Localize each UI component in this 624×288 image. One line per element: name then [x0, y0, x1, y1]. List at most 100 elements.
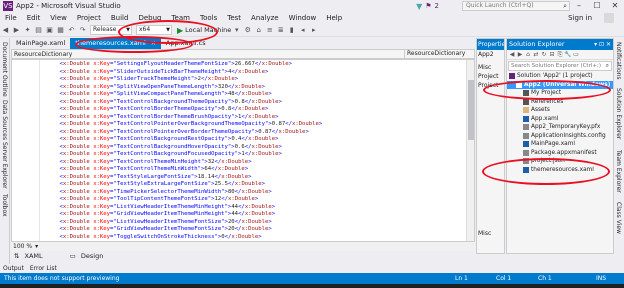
- chevron-down-icon[interactable]: ▾: [35, 243, 38, 250]
- attach-icon[interactable]: ⚙: [243, 26, 252, 35]
- redo-icon[interactable]: ↷: [78, 26, 87, 35]
- pane-controls-icon[interactable]: ▾ ⊡ ✕: [594, 39, 611, 50]
- notification-flag-icon[interactable]: ⚑: [425, 2, 431, 10]
- code-line: <x:Double x:Key="ToolTipContentThemeFont…: [59, 196, 259, 202]
- properties-title[interactable]: Properties: [477, 39, 504, 50]
- nav-right-select[interactable]: ResourceDictionary: [404, 50, 474, 58]
- preview-icon[interactable]: ▭: [572, 51, 580, 58]
- sign-in-link[interactable]: Sign in: [568, 14, 592, 22]
- comment-icon[interactable]: ≡: [265, 26, 274, 35]
- undo-icon[interactable]: ↶: [67, 26, 76, 35]
- uncomment-icon[interactable]: ≣: [276, 26, 285, 35]
- tree-item[interactable]: ApplicationInsights.config: [507, 132, 613, 141]
- code-editor[interactable]: <x:Double x:Key="SettingsFlyoutHeaderThe…: [11, 59, 475, 242]
- new-project-icon[interactable]: ✦: [23, 26, 32, 35]
- menu-test[interactable]: Test: [222, 12, 246, 24]
- menu-edit[interactable]: Edit: [22, 12, 46, 24]
- tree-item[interactable]: MainPage.xaml: [507, 140, 613, 149]
- show-all-files-icon[interactable]: ⎘: [556, 51, 564, 59]
- menu-view[interactable]: View: [45, 12, 72, 24]
- code-line: <x:Double x:Key="TextStyleExtraLargeFont…: [59, 181, 266, 187]
- solution-explorer-tab[interactable]: Solution Explorer: [615, 88, 622, 139]
- editor-status-strip: 100 % ▾: [11, 242, 475, 251]
- tab-design[interactable]: ▭ Design: [67, 252, 116, 260]
- server-explorer-tab[interactable]: Server Explorer: [1, 142, 8, 189]
- code-line: <x:Double x:Key="TextControlBorderThemeO…: [59, 106, 269, 112]
- forward-icon[interactable]: ▶: [516, 51, 524, 58]
- tree-item[interactable]: Assets: [507, 106, 613, 115]
- tab-design-label: Design: [80, 251, 104, 260]
- menu-window[interactable]: Window: [284, 12, 322, 24]
- tab-xaml-label: XAML: [24, 251, 43, 260]
- account-avatar-icon[interactable]: [604, 13, 614, 23]
- sync-icon[interactable]: ⇄: [532, 51, 540, 58]
- menu-build[interactable]: Build: [106, 12, 134, 24]
- menu-project[interactable]: Project: [72, 12, 106, 24]
- browse-icon[interactable]: ⌂: [254, 26, 263, 35]
- save-icon[interactable]: ▣: [45, 26, 54, 35]
- team-explorer-tab[interactable]: Team Explorer: [615, 150, 622, 193]
- file-icon: [523, 124, 529, 131]
- home-icon[interactable]: ⌂: [524, 51, 532, 58]
- notification-count[interactable]: 2: [435, 2, 439, 10]
- properties-pane: Properties App2 Misc Project Project Mis…: [476, 38, 505, 254]
- collapse-all-icon[interactable]: ⊟: [548, 51, 556, 58]
- tab-error-list[interactable]: Error List: [27, 265, 60, 272]
- solution-search-placeholder: Search Solution Explorer (Ctrl+;): [511, 63, 601, 69]
- tree-item-label: App2_TemporaryKey.pfx: [531, 124, 601, 130]
- refresh-icon[interactable]: ↻: [540, 51, 548, 58]
- tree-item-label: Assets: [531, 107, 550, 113]
- notifications-tab[interactable]: Notifications: [615, 42, 622, 80]
- back-icon[interactable]: ◀: [508, 51, 516, 58]
- annotation-circle-file: [482, 158, 610, 185]
- minimize-button[interactable]: –: [570, 0, 588, 12]
- properties-object[interactable]: App2: [477, 50, 504, 59]
- properties-icon[interactable]: 🔧: [564, 51, 572, 58]
- forward-icon[interactable]: ▶: [12, 26, 21, 35]
- solution-explorer-title[interactable]: Solution Explorer ▾ ⊡ ✕: [507, 39, 613, 50]
- open-icon[interactable]: ▤: [34, 26, 43, 35]
- configuration-value: Release: [93, 26, 117, 33]
- tab-xaml[interactable]: ⇅ XAML: [11, 252, 55, 260]
- status-mode: INS: [596, 275, 607, 282]
- chevron-down-icon[interactable]: ▾: [232, 26, 241, 35]
- code-line: <x:Double x:Key="SplitViewOpenPaneThemeL…: [59, 83, 266, 90]
- maximize-button[interactable]: ☐: [588, 0, 606, 12]
- standard-toolbar: ◀ ▶ ✦ ▤ ▣ ▦ ↶ ↷ Release ▼ x64 ▼ ▶ Local …: [0, 24, 624, 37]
- code-line: <x:Double x:Key="TextStyleLargeFontSize"…: [59, 173, 252, 180]
- code-line: <x:Double x:Key="TextControlPointerOverB…: [59, 128, 309, 135]
- document-outline-tab[interactable]: Document Outline: [1, 42, 8, 97]
- properties-row: Project: [478, 73, 499, 80]
- visual-studio-window: VS App2 - Microsoft Visual Studio ▼ ⚑ 2 …: [0, 0, 624, 288]
- data-sources-tab[interactable]: Data Sources: [1, 100, 8, 140]
- tree-item[interactable]: Package.appxmanifest: [507, 149, 613, 158]
- tree-item[interactable]: App.xaml: [507, 115, 613, 124]
- menu-file[interactable]: File: [0, 12, 22, 24]
- quick-launch-input[interactable]: Quick Launch (Ctrl+Q) ⌕: [462, 1, 570, 11]
- nav-left-select[interactable]: ResourceDictionary: [14, 51, 72, 58]
- menu-analyze[interactable]: Analyze: [246, 12, 284, 24]
- bookmark-icon[interactable]: ▮: [287, 26, 296, 35]
- status-column: Col 1: [496, 275, 512, 282]
- close-button[interactable]: ✕: [606, 0, 624, 12]
- vs-logo-icon: VS: [3, 1, 13, 11]
- properties-category[interactable]: Misc: [477, 63, 504, 72]
- class-view-tab[interactable]: Class View: [615, 202, 622, 234]
- tab-output[interactable]: Output: [0, 265, 27, 272]
- menu-help[interactable]: Help: [321, 12, 347, 24]
- prev-bookmark-icon[interactable]: ◂: [298, 26, 307, 35]
- tree-item[interactable]: App2_TemporaryKey.pfx: [507, 123, 613, 132]
- zoom-level[interactable]: 100 %: [13, 243, 32, 250]
- filter-icon[interactable]: ▼: [416, 2, 422, 11]
- tab-mainpage-xaml[interactable]: MainPage.xaml: [11, 38, 70, 49]
- solution-search-input[interactable]: Search Solution Explorer (Ctrl+;) ⌕: [508, 61, 612, 71]
- editor-gutter: [12, 60, 40, 241]
- file-icon: [509, 73, 515, 80]
- scrollbar-thumb[interactable]: [468, 80, 474, 140]
- back-icon[interactable]: ◀: [1, 26, 10, 35]
- vertical-scrollbar[interactable]: [466, 60, 474, 241]
- next-bookmark-icon[interactable]: ▸: [309, 26, 318, 35]
- save-all-icon[interactable]: ▦: [56, 26, 65, 35]
- toolbox-tab[interactable]: Toolbox: [1, 194, 8, 217]
- file-icon: [523, 141, 529, 148]
